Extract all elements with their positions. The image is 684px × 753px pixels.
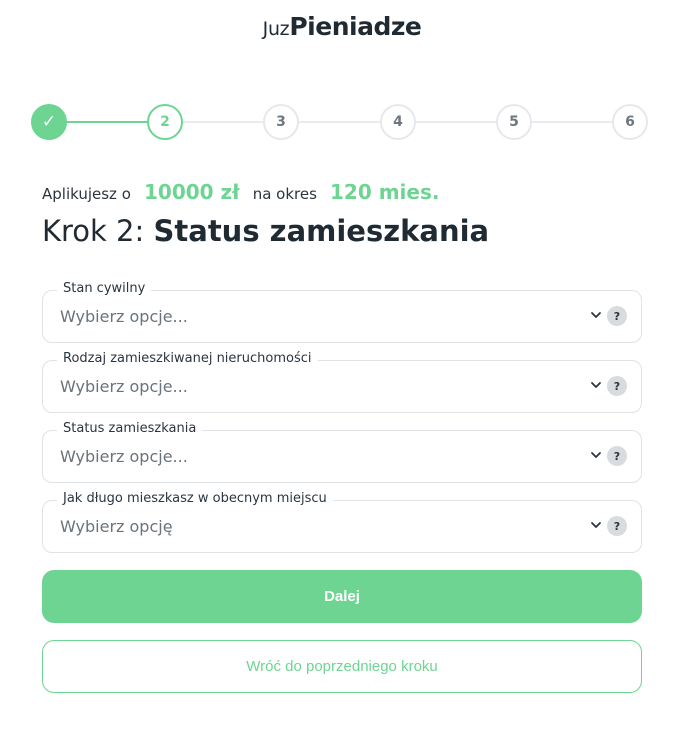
- help-icon[interactable]: ?: [607, 446, 627, 466]
- logo-light-text: Juz: [262, 18, 290, 40]
- step-number: 2: [160, 114, 170, 130]
- field-label: Rodzaj zamieszkiwanej nieruchomości: [57, 351, 318, 366]
- step-6: 6: [612, 104, 648, 140]
- loan-amount: 10000 zł: [143, 180, 240, 204]
- help-icon[interactable]: ?: [607, 376, 627, 396]
- step-2-current: 2: [147, 104, 183, 140]
- chevron-down-icon[interactable]: [589, 378, 603, 392]
- help-icon[interactable]: ?: [607, 306, 627, 326]
- residence-status-select[interactable]: Status zamieszkania Wybierz opcje... ?: [42, 421, 642, 483]
- chevron-down-icon[interactable]: [589, 518, 603, 532]
- field-value: Wybierz opcje...: [60, 447, 188, 466]
- residence-duration-select[interactable]: Jak długo mieszkasz w obecnym miejscu Wy…: [42, 491, 642, 553]
- application-summary: Aplikujesz o 10000 zł na okres 120 mies.: [42, 180, 447, 204]
- step-label: Krok 2:: [42, 214, 145, 248]
- logo[interactable]: JuzPieniadze: [0, 12, 684, 41]
- field-value: Wybierz opcje...: [60, 307, 188, 326]
- step-3: 3: [263, 104, 299, 140]
- field-label: Stan cywilny: [57, 281, 152, 296]
- next-button[interactable]: Dalej: [42, 570, 642, 623]
- marital-status-select[interactable]: Stan cywilny Wybierz opcje... ?: [42, 281, 642, 343]
- loan-period: 120 mies.: [330, 180, 440, 204]
- step-name: Status zamieszkania: [153, 214, 490, 248]
- step-number: 5: [509, 114, 519, 130]
- field-label: Jak długo mieszkasz w obecnym miejscu: [57, 491, 333, 506]
- field-label: Status zamieszkania: [57, 421, 203, 436]
- step-4: 4: [380, 104, 416, 140]
- help-icon[interactable]: ?: [607, 516, 627, 536]
- property-type-select[interactable]: Rodzaj zamieszkiwanej nieruchomości Wybi…: [42, 351, 642, 413]
- field-value: Wybierz opcje...: [60, 377, 188, 396]
- summary-middle: na okres: [252, 185, 317, 203]
- logo-bold-text: Pieniadze: [289, 12, 422, 41]
- summary-prefix: Aplikujesz o: [42, 185, 131, 203]
- chevron-down-icon[interactable]: [589, 308, 603, 322]
- page-title: Krok 2: Status zamieszkania: [42, 214, 489, 248]
- step-number: 6: [625, 114, 635, 130]
- checkmark-icon: ✓: [41, 112, 57, 132]
- step-5: 5: [496, 104, 532, 140]
- field-value: Wybierz opcję: [60, 517, 173, 536]
- step-number: 3: [276, 114, 286, 130]
- back-button[interactable]: Wróć do poprzedniego kroku: [42, 640, 642, 693]
- step-1-completed: ✓: [31, 104, 67, 140]
- chevron-down-icon[interactable]: [589, 448, 603, 462]
- progress-stepper: ✓ 2 3 4 5 6: [31, 104, 648, 140]
- step-number: 4: [393, 114, 403, 130]
